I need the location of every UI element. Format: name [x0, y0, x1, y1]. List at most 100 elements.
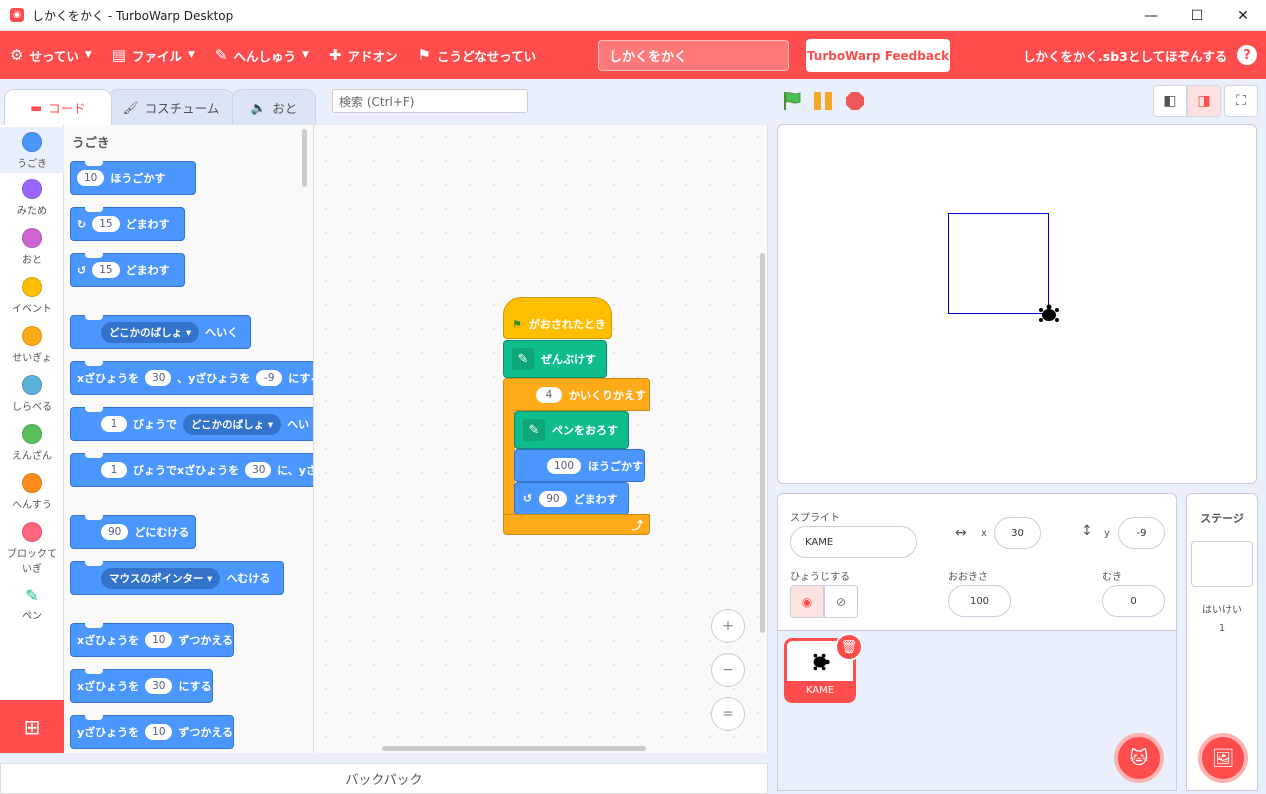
- turtle-sprite[interactable]: [1037, 303, 1061, 327]
- project-title-input[interactable]: しかくをかく: [598, 40, 789, 71]
- block-input[interactable]: 30: [245, 462, 272, 478]
- category-motion[interactable]: うごき: [0, 127, 64, 173]
- palette-scrollbar[interactable]: [302, 129, 307, 187]
- stop-button[interactable]: [846, 92, 864, 110]
- category-my-blocks[interactable]: ブロックていぎ: [0, 522, 64, 575]
- menu-bar: ⚙ せってい ▼ ▤ ファイル ▼ ✎ へんしゅう ▼ ✚ アドオン ⚑ こうど…: [0, 31, 1266, 79]
- maximize-button[interactable]: ☐: [1174, 0, 1220, 31]
- category-sound[interactable]: おと: [0, 228, 64, 266]
- settings-menu[interactable]: ⚙ せってい ▼: [0, 31, 102, 79]
- feedback-button[interactable]: TurboWarp Feedback: [806, 39, 950, 72]
- script-turn-left[interactable]: ↺ 90 どまわす: [514, 482, 629, 515]
- tab-costumes[interactable]: 🖌 コスチューム: [108, 89, 234, 125]
- workspace-horizontal-scrollbar[interactable]: [382, 746, 646, 751]
- block-goto[interactable]: どこかのばしょ ▾ へいく: [70, 315, 251, 349]
- show-sprite-button[interactable]: ◉: [790, 585, 824, 618]
- stage-canvas[interactable]: [777, 124, 1257, 484]
- block-input[interactable]: 30: [145, 370, 172, 386]
- script-pen-down[interactable]: ✎ ペンをおろす: [514, 411, 629, 449]
- block-dropdown[interactable]: どこかのばしょ ▾: [101, 321, 200, 343]
- zoom-out-button[interactable]: −: [711, 653, 745, 687]
- hide-sprite-button[interactable]: ⊘: [824, 585, 858, 618]
- zoom-reset-button[interactable]: =: [711, 697, 745, 731]
- sprite-name-input[interactable]: KAME: [790, 526, 917, 558]
- block-point-direction[interactable]: 90 どにむける: [70, 515, 196, 549]
- block-dropdown[interactable]: マウスのポインター ▾: [101, 567, 221, 589]
- category-events[interactable]: イベント: [0, 277, 64, 315]
- block-text: xざひょうを: [77, 680, 140, 693]
- save-status[interactable]: しかくをかく.sb3としてほぞんする: [1023, 31, 1227, 79]
- block-dropdown[interactable]: どこかのばしょ ▾: [183, 413, 282, 435]
- category-variables[interactable]: へんすう: [0, 473, 64, 511]
- sprite-size-input[interactable]: 100: [948, 585, 1011, 617]
- block-text: ぜんぶけす: [541, 353, 596, 366]
- code-workspace[interactable]: ⚑ がおされたとき ✎ ぜんぶけす 4 かいくりかえす ✎ ペンをおろす 100…: [314, 125, 768, 753]
- block-search-input[interactable]: 検索 (Ctrl+F): [332, 89, 528, 113]
- tab-sounds[interactable]: 🔈 おと: [232, 89, 316, 125]
- category-pen[interactable]: ✎ ペン: [0, 586, 64, 622]
- block-input[interactable]: 90: [101, 524, 129, 540]
- block-input[interactable]: 15: [92, 216, 120, 232]
- edit-menu[interactable]: ✎ へんしゅう ▼: [205, 31, 319, 79]
- block-goto-xy[interactable]: xざひょうを 30 、yざひょうを -9 にする: [70, 361, 313, 395]
- add-extension-button[interactable]: ⊞: [0, 700, 64, 753]
- block-input[interactable]: 90: [539, 490, 567, 507]
- file-menu[interactable]: ▤ ファイル ▼: [102, 31, 205, 79]
- help-icon[interactable]: ?: [1237, 45, 1257, 65]
- block-input[interactable]: 30: [145, 678, 173, 694]
- block-input[interactable]: 15: [92, 262, 120, 278]
- add-sprite-button[interactable]: 🐱: [1114, 733, 1164, 783]
- sprite-x-input[interactable]: 30: [994, 517, 1041, 549]
- category-sensing[interactable]: しらべる: [0, 375, 64, 413]
- category-label: おと: [22, 255, 42, 266]
- block-glide[interactable]: 1 びょうで どこかのばしょ ▾ へい: [70, 407, 313, 441]
- puzzle-icon: ✚: [328, 46, 342, 64]
- category-control[interactable]: せいぎょ: [0, 326, 64, 364]
- close-window-button[interactable]: ✕: [1220, 0, 1266, 31]
- block-input[interactable]: 10: [77, 170, 105, 186]
- block-input[interactable]: 1: [101, 416, 127, 432]
- addons-menu[interactable]: ✚ アドオン: [319, 31, 408, 79]
- block-input[interactable]: 10: [145, 724, 173, 740]
- pause-button[interactable]: [814, 92, 834, 110]
- script-when-flag-clicked[interactable]: ⚑ がおされたとき: [503, 297, 612, 339]
- block-move-steps[interactable]: 10 ほうごかす: [70, 161, 196, 195]
- block-input[interactable]: -9: [256, 370, 283, 386]
- advanced-settings-menu[interactable]: ⚑ こうどなせってい: [408, 31, 547, 79]
- block-input[interactable]: 100: [547, 457, 582, 474]
- block-set-x[interactable]: xざひょうを 30 にする: [70, 669, 213, 703]
- script-move-steps[interactable]: 100 ほうごかす: [514, 449, 645, 482]
- block-input[interactable]: 10: [145, 632, 173, 648]
- small-stage-button[interactable]: ◧: [1153, 85, 1187, 117]
- add-backdrop-button[interactable]: 🖼: [1198, 733, 1248, 783]
- repeat-footer[interactable]: ⤴: [503, 514, 650, 535]
- eye-slash-icon: ⊘: [835, 594, 847, 609]
- block-input[interactable]: 1: [101, 462, 127, 478]
- green-flag-icon[interactable]: [782, 91, 802, 111]
- script-pen-clear[interactable]: ✎ ぜんぶけす: [503, 340, 607, 378]
- block-turn-left[interactable]: ↺ 15 どまわす: [70, 253, 185, 287]
- category-looks[interactable]: みため: [0, 179, 64, 217]
- script-repeat[interactable]: 4 かいくりかえす: [503, 378, 650, 411]
- block-change-y[interactable]: yざひょうを 10 ずつかえる: [70, 715, 234, 749]
- workspace-vertical-scrollbar[interactable]: [760, 253, 765, 633]
- rotate-right-icon: ↻: [77, 217, 87, 231]
- dropdown-value: マウスのポインター: [109, 572, 204, 585]
- block-glide-xy[interactable]: 1 びょうでxざひょうを 30 に、yざ: [70, 453, 313, 487]
- tab-code[interactable]: ▬ コード: [4, 89, 112, 125]
- stage-thumbnail[interactable]: [1191, 541, 1253, 587]
- sprite-direction-input[interactable]: 0: [1102, 585, 1165, 617]
- large-stage-button[interactable]: ◨: [1187, 85, 1221, 117]
- sprite-y-input[interactable]: -9: [1118, 517, 1165, 549]
- category-operators[interactable]: えんざん: [0, 424, 64, 462]
- delete-sprite-button[interactable]: 🗑: [835, 633, 863, 661]
- block-point-towards[interactable]: マウスのポインター ▾ へむける: [70, 561, 284, 595]
- fullscreen-button[interactable]: ⛶: [1224, 85, 1258, 117]
- block-input[interactable]: 4: [536, 386, 562, 403]
- block-change-x[interactable]: xざひょうを 10 ずつかえる: [70, 623, 234, 657]
- minimize-button[interactable]: —: [1128, 0, 1174, 31]
- backpack[interactable]: バックパック: [0, 763, 768, 794]
- category-label: みため: [17, 206, 47, 217]
- zoom-in-button[interactable]: +: [711, 609, 745, 643]
- block-turn-right[interactable]: ↻ 15 どまわす: [70, 207, 185, 241]
